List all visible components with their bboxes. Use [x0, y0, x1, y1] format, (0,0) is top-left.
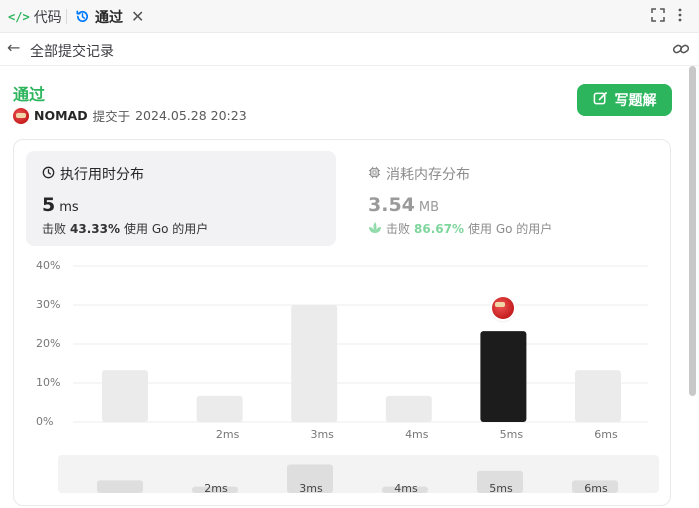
- back-arrow-icon[interactable]: ←: [7, 38, 20, 57]
- x-tick-label: 6ms: [594, 428, 618, 441]
- tab-code[interactable]: </> 代码: [8, 0, 62, 33]
- x-tick-label: 2ms: [215, 428, 240, 441]
- runtime-beat-percent: 43.33%: [70, 221, 120, 236]
- code-brackets-icon: </>: [8, 9, 30, 24]
- avatar[interactable]: [13, 107, 29, 124]
- y-tick-label: 20%: [36, 337, 61, 350]
- memory-beat-row: 击败 86.67% 使用 Go 的用户: [368, 220, 552, 237]
- leaf-icon: [368, 221, 382, 237]
- runtime-beat-row: 击败 43.33% 使用 Go 的用户: [42, 220, 208, 237]
- close-tab-icon[interactable]: ✕: [131, 7, 144, 26]
- memory-value-row: 3.54 MB: [368, 194, 439, 216]
- write-solution-button[interactable]: 写题解: [577, 84, 672, 116]
- username[interactable]: NOMAD: [34, 108, 88, 123]
- runtime-beat-suffix: 使用 Go 的用户: [124, 222, 209, 236]
- y-tick-label: 40%: [36, 259, 61, 272]
- clock-icon: [42, 166, 55, 183]
- memory-beat-prefix: 击败: [386, 222, 411, 236]
- x-tick-label: 4ms: [405, 428, 429, 441]
- fullscreen-icon[interactable]: [650, 7, 666, 27]
- runtime-beat-prefix: 击败: [42, 222, 67, 236]
- memory-beat-percent: 86.67%: [414, 221, 464, 236]
- submitted-at: 2024.05.28 20:23: [135, 108, 247, 123]
- memory-title: 消耗内存分布: [386, 167, 470, 183]
- overview-label: 6ms: [584, 482, 608, 495]
- tab-divider: [66, 9, 67, 24]
- submitted-at-prefix: 提交于: [92, 109, 131, 124]
- tab-passed[interactable]: 通过 ✕: [75, 0, 144, 33]
- runtime-unit: ms: [59, 200, 79, 215]
- y-tick-label: 10%: [36, 376, 61, 389]
- runtime-value: 5: [42, 194, 56, 216]
- memory-beat-suffix: 使用 Go 的用户: [468, 222, 553, 236]
- scrollbar[interactable]: [689, 66, 696, 396]
- runtime-title-row: 执行用时分布: [42, 164, 144, 184]
- memory-unit: MB: [418, 200, 440, 215]
- runtime-card[interactable]: 执行用时分布 5 ms 击败 43.33% 使用 Go 的用户: [26, 151, 336, 246]
- edit-icon: [593, 91, 608, 109]
- submission-nav-bar: ← 全部提交记录: [0, 33, 699, 66]
- write-solution-label: 写题解: [614, 92, 657, 108]
- runtime-title: 执行用时分布: [60, 167, 144, 183]
- submission-meta: NOMAD 提交于 2024.05.28 20:23: [13, 106, 247, 125]
- tab-bar: </> 代码 通过 ✕: [0, 0, 699, 33]
- memory-card[interactable]: 消耗内存分布 3.54 MB 击败 86.67% 使用 Go 的用户: [352, 151, 652, 246]
- share-link-icon[interactable]: [672, 41, 690, 61]
- runtime-value-row: 5 ms: [42, 194, 79, 216]
- tab-passed-label: 通过: [95, 9, 123, 26]
- chip-icon: [368, 166, 381, 183]
- overview-label: 2ms: [204, 482, 228, 495]
- memory-value: 3.54: [368, 194, 415, 216]
- x-tick-label: 5ms: [499, 428, 524, 441]
- tab-code-label: 代码: [33, 9, 62, 26]
- overview-label: 3ms: [299, 482, 323, 495]
- all-submissions-link[interactable]: 全部提交记录: [30, 41, 114, 61]
- more-menu-icon[interactable]: [677, 7, 683, 27]
- overview-label: 5ms: [489, 482, 513, 495]
- y-tick-label: 30%: [36, 298, 61, 311]
- memory-title-row: 消耗内存分布: [368, 164, 470, 184]
- overview-label: 4ms: [394, 482, 418, 495]
- y-tick-label: 0%: [36, 415, 54, 428]
- history-clock-icon: [75, 9, 90, 24]
- submission-status: 通过: [13, 85, 46, 104]
- x-tick-label: 3ms: [310, 428, 334, 441]
